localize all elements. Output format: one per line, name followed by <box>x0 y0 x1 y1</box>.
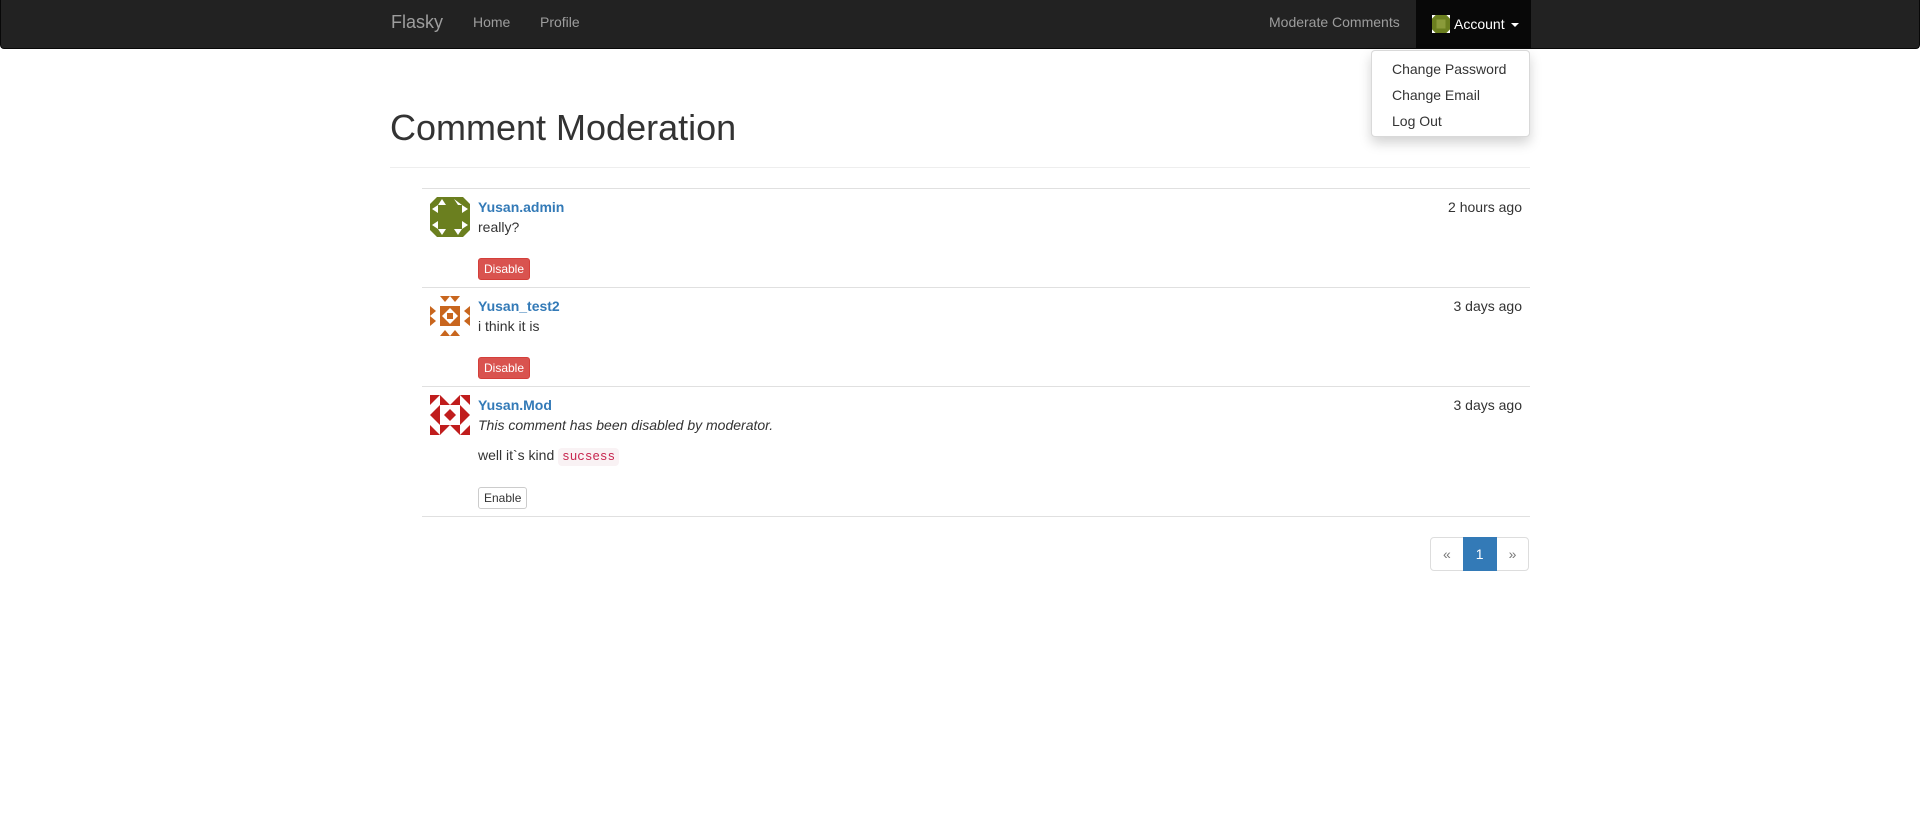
caret-down-icon <box>1510 22 1519 27</box>
account-dropdown-toggle[interactable]: Account <box>1416 0 1531 48</box>
comment-avatar[interactable] <box>430 197 470 237</box>
comment-author-link[interactable]: Yusan.Mod <box>478 395 1522 415</box>
nav-home-link[interactable]: Home <box>473 0 510 45</box>
account-label: Account <box>1454 16 1505 32</box>
identicon-icon <box>430 197 470 237</box>
identicon-icon <box>430 296 470 336</box>
comment-disabled-note: This comment has been disabled by modera… <box>478 417 774 433</box>
comment-item: 2 hours ago Yusan.admin really? Disable <box>422 189 1530 288</box>
comment-avatar[interactable] <box>430 395 470 435</box>
comment-body: well it`s kind sucsess <box>478 445 1522 467</box>
comments-list: 2 hours ago Yusan.admin really? Disable <box>422 188 1530 517</box>
enable-button[interactable]: Enable <box>478 487 528 509</box>
brand-link[interactable]: Flasky <box>391 0 443 45</box>
nav-profile-link[interactable]: Profile <box>540 0 580 45</box>
navbar-container: Flasky Home Profile Moderate Comments Ac… <box>391 0 1531 48</box>
menu-change-password[interactable]: Change Password <box>1372 56 1529 82</box>
page-title: Comment Moderation <box>390 107 737 148</box>
comment-avatar[interactable] <box>430 296 470 336</box>
comment-item: 3 days ago Yusan_test2 i think it is Dis… <box>422 288 1530 387</box>
comment-content: Yusan.admin really? <box>478 197 1522 237</box>
identicon-icon <box>430 395 470 435</box>
comment-body: really? <box>478 219 520 235</box>
comment-body-text: well it`s kind <box>478 447 559 463</box>
comment-content: Yusan.Mod This comment has been disabled… <box>478 395 1522 467</box>
pagination-prev[interactable]: « <box>1430 537 1464 571</box>
pagination-next[interactable]: » <box>1495 537 1530 571</box>
nav-moderate-comments-link[interactable]: Moderate Comments <box>1269 0 1400 45</box>
top-navbar: Flasky Home Profile Moderate Comments Ac… <box>0 0 1920 49</box>
comment-content: Yusan_test2 i think it is <box>478 296 1522 336</box>
disable-button[interactable]: Disable <box>478 357 531 379</box>
comment-code: sucsess <box>558 448 620 466</box>
comment-author-link[interactable]: Yusan_test2 <box>478 296 1522 316</box>
comment-author-link[interactable]: Yusan.admin <box>478 197 1522 217</box>
comment-body: i think it is <box>478 318 540 334</box>
comment-item: 3 days ago Yusan.Mod This comment has be… <box>422 387 1530 517</box>
page-header: Comment Moderation <box>390 104 1530 168</box>
pagination-page-1[interactable]: 1 <box>1462 537 1497 571</box>
disable-button[interactable]: Disable <box>478 258 531 280</box>
pagination: « 1 » <box>1430 537 1530 571</box>
account-avatar-icon <box>1432 15 1450 33</box>
